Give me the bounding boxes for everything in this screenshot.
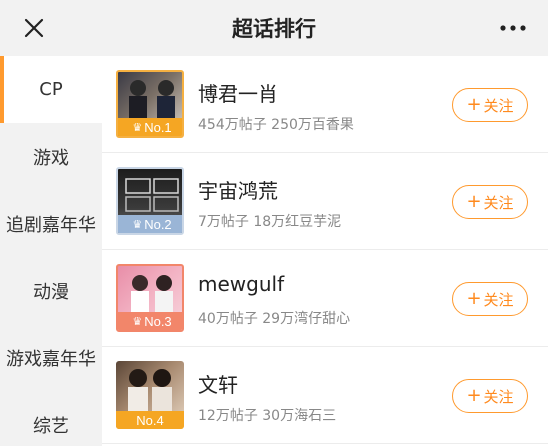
crown-icon: ♛ <box>132 218 143 231</box>
more-icon[interactable] <box>498 14 528 42</box>
follow-button[interactable]: + 关注 <box>452 379 528 413</box>
sidebar-item-label: 游戏嘉年华 <box>6 348 96 370</box>
topic-name[interactable]: 宇宙鸿荒 <box>198 175 278 204</box>
topic-stats: 7万帖子 18万红豆芋泥 <box>198 214 342 230</box>
plus-icon: + <box>466 94 482 115</box>
list-item[interactable]: ♛ No.3 mewgulf 40万帖子 29万湾仔甜心 + 关注 <box>102 250 548 347</box>
topic-thumbnail[interactable]: ♛ No.1 <box>116 70 184 138</box>
sidebar-item-game-carnival[interactable]: 游戏嘉年华 <box>0 324 102 391</box>
sidebar-item-anime[interactable]: 动漫 <box>0 257 102 324</box>
follow-button[interactable]: + 关注 <box>452 185 528 219</box>
topic-stats: 40万帖子 29万湾仔甜心 <box>198 311 351 327</box>
list-item[interactable]: No.4 文轩 12万帖子 30万海石三 + 关注 <box>102 347 548 444</box>
list-item[interactable]: ♛ No.2 宇宙鸿荒 7万帖子 18万红豆芋泥 + 关注 <box>102 153 548 250</box>
sidebar-item-drama-carnival[interactable]: 追剧嘉年华 <box>0 190 102 257</box>
plus-icon: + <box>466 385 482 406</box>
plus-icon: + <box>466 191 482 212</box>
category-sidebar: CP 游戏 追剧嘉年华 动漫 游戏嘉年华 综艺 <box>0 56 102 446</box>
rank-badge: ♛ No.2 <box>118 215 182 233</box>
sidebar-item-label: 动漫 <box>33 281 69 303</box>
page-title: 超话排行 <box>232 17 316 41</box>
rank-badge: No.4 <box>116 411 184 429</box>
topic-thumbnail[interactable]: No.4 <box>116 361 184 429</box>
sidebar-item-variety[interactable]: 综艺 <box>0 391 102 446</box>
topic-name[interactable]: mewgulf <box>198 272 284 296</box>
topic-thumbnail[interactable]: ♛ No.3 <box>116 264 184 332</box>
ranking-list: ♛ No.1 博君一肖 454万帖子 250万百香果 + 关注 ♛ No.2 宇… <box>102 56 548 446</box>
plus-icon: + <box>466 288 482 309</box>
follow-button[interactable]: + 关注 <box>452 282 528 316</box>
sidebar-item-cp[interactable]: CP <box>0 56 102 123</box>
top-bar: 超话排行 <box>0 0 548 56</box>
topic-stats: 12万帖子 30万海石三 <box>198 408 337 424</box>
crown-icon: ♛ <box>132 121 143 134</box>
topic-thumbnail[interactable]: ♛ No.2 <box>116 167 184 235</box>
crown-icon: ♛ <box>132 315 143 328</box>
topic-name[interactable]: 博君一肖 <box>198 78 278 107</box>
sidebar-item-label: 游戏 <box>33 147 69 169</box>
sidebar-item-label: 追剧嘉年华 <box>6 214 96 236</box>
list-item[interactable]: ♛ No.1 博君一肖 454万帖子 250万百香果 + 关注 <box>102 56 548 153</box>
rank-badge: ♛ No.1 <box>118 118 182 136</box>
topic-name[interactable]: 文轩 <box>198 369 238 398</box>
follow-button[interactable]: + 关注 <box>452 88 528 122</box>
sidebar-item-label: 综艺 <box>33 415 69 437</box>
rank-badge: ♛ No.3 <box>118 312 182 330</box>
sidebar-item-label: CP <box>39 79 63 100</box>
topic-stats: 454万帖子 250万百香果 <box>198 117 354 133</box>
sidebar-item-games[interactable]: 游戏 <box>0 123 102 190</box>
